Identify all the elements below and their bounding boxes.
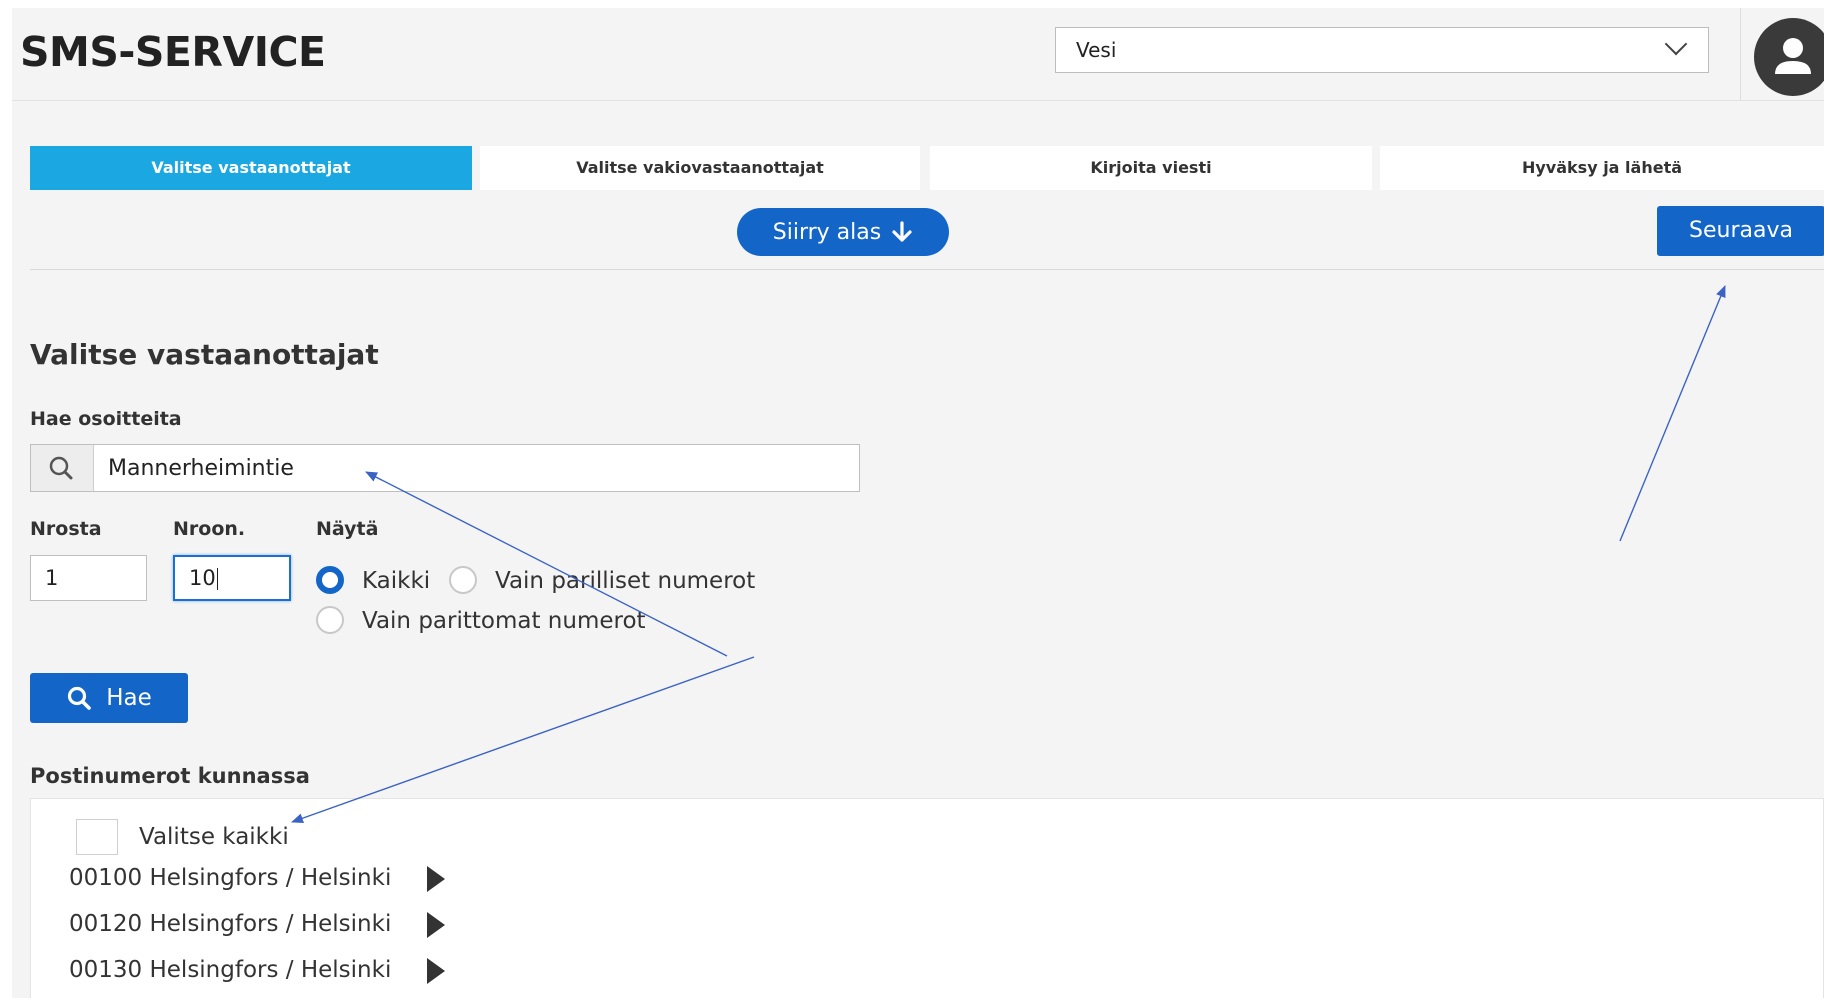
chevron-down-icon [1664,32,1688,56]
address-search-value: Mannerheimintie [108,456,294,481]
next-button[interactable]: Seuraava [1657,206,1824,256]
step-write-message[interactable]: Kirjoita viesti [930,146,1372,190]
radio-odd-label[interactable]: Vain parittomat numerot [362,608,646,634]
caret-right-icon[interactable] [427,912,445,938]
header-divider [1740,8,1741,100]
user-icon[interactable] [1754,18,1824,96]
search-icon [68,686,92,710]
postal-section-title: Postinumerot kunnassa [30,764,310,788]
radio-all-label[interactable]: Kaikki [362,568,430,594]
section-title: Valitse vastaanottajat [30,338,379,371]
address-search-input[interactable]: Mannerheimintie [30,444,860,492]
organization-select[interactable]: Vesi [1055,27,1709,73]
postal-item[interactable]: 00130 Helsingfors / Helsinki [69,957,391,983]
radio-even[interactable] [449,566,477,594]
search-button-label: Hae [106,685,152,711]
text-cursor [216,568,218,590]
caret-right-icon[interactable] [427,866,445,892]
app-title: SMS-SERVICE [20,28,326,76]
search-button[interactable]: Hae [30,673,188,723]
to-number-value: 10 [189,566,216,590]
to-number-label: Nroon. [173,518,246,540]
caret-right-icon[interactable] [427,958,445,984]
scroll-down-button[interactable]: Siirry alas [737,208,949,256]
from-number-label: Nrosta [30,518,102,540]
postal-list: Valitse kaikki 00100 Helsingfors / Helsi… [30,798,1824,998]
app-window: SMS-SERVICE Vesi Valitse vastaanottajat … [12,8,1824,998]
arrow-down-icon [892,221,912,242]
scroll-down-label: Siirry alas [772,219,882,245]
radio-even-label[interactable]: Vain parilliset numerot [495,568,755,594]
search-icon [31,445,94,491]
header: SMS-SERVICE Vesi [12,8,1824,101]
to-number-input[interactable]: 10 [173,555,291,601]
select-all-label[interactable]: Valitse kaikki [139,824,289,850]
wizard-steps: Valitse vastaanottajat Valitse vakiovast… [30,146,1824,190]
postal-item[interactable]: 00100 Helsingfors / Helsinki [69,865,391,891]
postal-item[interactable]: 00120 Helsingfors / Helsinki [69,911,391,937]
step-select-recipients[interactable]: Valitse vastaanottajat [30,146,472,190]
from-number-input[interactable]: 1 [30,555,147,601]
organization-select-value: Vesi [1076,38,1117,62]
radio-all[interactable] [316,566,344,594]
search-label: Hae osoitteita [30,408,182,430]
show-label: Näytä [316,518,379,540]
radio-odd[interactable] [316,606,344,634]
step-select-default-recipients[interactable]: Valitse vakiovastaanottajat [480,146,920,190]
select-all-checkbox[interactable] [76,819,118,855]
step-approve-send[interactable]: Hyväksy ja lähetä [1380,146,1824,190]
divider [30,269,1824,270]
